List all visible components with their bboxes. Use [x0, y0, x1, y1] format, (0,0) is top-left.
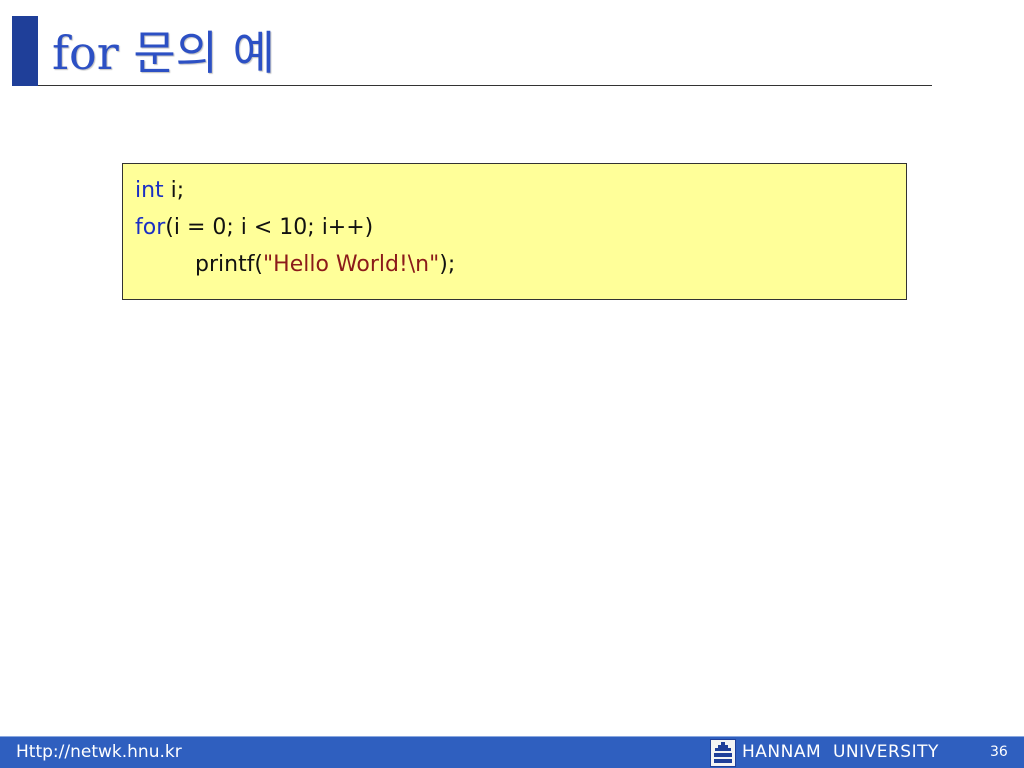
slide-footer: Http://netwk.hnu.kr HANNAM UNIVERSITY 36 [0, 736, 1024, 768]
page-number: 36 [990, 744, 1008, 760]
code-line-2: for(i = 0; i < 10; i++) [135, 209, 906, 246]
code-block: int i; for(i = 0; i < 10; i++) printf("H… [122, 163, 907, 300]
code-text: (i = 0; i < 10; i++) [165, 215, 374, 240]
code-keyword-int: int [135, 178, 164, 203]
slide-title: for 문의 예 [52, 26, 275, 80]
code-keyword-for: for [135, 215, 166, 240]
code-text: ); [439, 252, 456, 277]
title-accent-bar [12, 16, 38, 86]
code-line-1: int i; [135, 172, 906, 209]
hannam-logo-icon [710, 739, 736, 767]
code-string-literal: "Hello World!\n" [263, 252, 440, 277]
code-text: printf( [195, 252, 264, 277]
code-text: i; [163, 178, 185, 203]
title-divider [38, 85, 932, 86]
footer-url: Http://netwk.hnu.kr [16, 742, 182, 762]
code-line-3: printf("Hello World!\n"); [135, 246, 906, 283]
footer-university-name: HANNAM UNIVERSITY [742, 742, 939, 762]
